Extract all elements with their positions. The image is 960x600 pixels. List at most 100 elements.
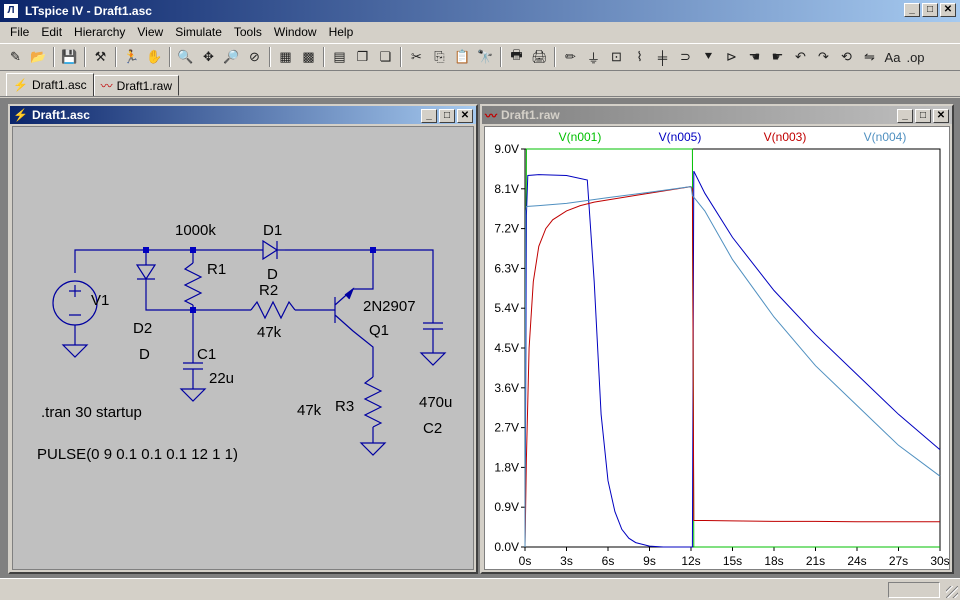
schematic-canvas[interactable]: 1000k R1 D1 D R2 47k V1 D2 D C1 22u 2N29… <box>12 126 474 570</box>
undo-icon[interactable]: ↶ <box>789 46 812 68</box>
component-icon[interactable]: ⊳ <box>720 46 743 68</box>
zoom-fit-icon[interactable]: ⊘ <box>243 46 266 68</box>
ground-symbol <box>419 352 447 366</box>
minimize-button[interactable]: _ <box>897 109 913 123</box>
label-r2-value: 47k <box>257 324 282 341</box>
resize-grip[interactable] <box>946 586 958 598</box>
minimize-button[interactable]: _ <box>421 109 437 123</box>
schematic-window[interactable]: ⚡ Draft1.asc _ □ ✕ 1000k R1 D1 D R2 47k … <box>8 104 478 574</box>
label-r3-value: 47k <box>297 402 322 419</box>
tab-draft1-raw[interactable]: 〰 Draft1.raw <box>93 75 180 96</box>
menu-window[interactable]: Window <box>268 25 323 39</box>
junction-dot <box>143 247 149 253</box>
y-tick-label: 0.0V <box>494 540 519 554</box>
resistor-r1 <box>183 262 203 306</box>
rotate-icon[interactable]: ⟲ <box>835 46 858 68</box>
junction-dot <box>190 247 196 253</box>
copy-icon[interactable]: ⎘ <box>428 46 451 68</box>
menu-hierarchy[interactable]: Hierarchy <box>68 25 131 39</box>
close-button[interactable]: ✕ <box>933 109 949 123</box>
maximize-button[interactable]: □ <box>915 109 931 123</box>
tile-horizontal-icon[interactable]: ▤ <box>328 46 351 68</box>
ground-symbol <box>179 388 207 402</box>
menu-simulate[interactable]: Simulate <box>169 25 228 39</box>
waveform-window-buttons: _ □ ✕ <box>897 109 949 123</box>
maximize-button[interactable]: □ <box>922 3 938 17</box>
redo-icon[interactable]: ↷ <box>812 46 835 68</box>
control-panel-icon[interactable]: ⚒ <box>89 46 112 68</box>
open-icon[interactable]: 📂 <box>27 46 50 68</box>
capacitor-c1 <box>183 362 203 370</box>
resistor-r3 <box>363 376 383 428</box>
autorange-icon[interactable]: ▦ <box>274 46 297 68</box>
pan-icon[interactable]: ✥ <box>197 46 220 68</box>
label-r2-name: R2 <box>259 282 278 299</box>
find-icon[interactable]: 🔭 <box>474 46 497 68</box>
paste-icon[interactable]: 📋 <box>451 46 474 68</box>
grid-icon[interactable]: ▩ <box>297 46 320 68</box>
label-d1-model: D <box>267 266 278 283</box>
y-tick-label: 7.2V <box>494 222 519 236</box>
menu-view[interactable]: View <box>131 25 169 39</box>
schematic-window-title-bar[interactable]: ⚡ Draft1.asc <box>10 106 476 124</box>
diode-icon[interactable]: ⯆ <box>697 46 720 68</box>
label-q1-model: 2N2907 <box>363 298 416 315</box>
series-line <box>524 186 940 548</box>
label-r1-value: 1000k <box>175 222 216 239</box>
close-button[interactable]: ✕ <box>457 109 473 123</box>
menu-tools[interactable]: Tools <box>228 25 268 39</box>
menu-edit[interactable]: Edit <box>35 25 68 39</box>
menu-bar: File Edit Hierarchy View Simulate Tools … <box>0 22 960 42</box>
ground-icon[interactable]: ⏚ <box>582 46 605 68</box>
menu-help[interactable]: Help <box>323 25 360 39</box>
y-tick-label: 6.3V <box>494 261 519 275</box>
toolbar-separator <box>397 46 405 68</box>
maximize-button[interactable]: □ <box>439 109 455 123</box>
label-d1-name: D1 <box>263 222 282 239</box>
y-tick-label: 0.9V <box>494 500 519 514</box>
zoom-in-icon[interactable]: 🔍 <box>174 46 197 68</box>
waveform-window-title-bar[interactable]: 〰 Draft1.raw <box>482 106 952 124</box>
run-icon[interactable]: 🏃 <box>120 46 143 68</box>
y-tick-label: 4.5V <box>494 341 519 355</box>
legend-entry: V(n005) <box>659 130 702 144</box>
status-panel <box>888 582 940 598</box>
label-net-icon[interactable]: ⊡ <box>605 46 628 68</box>
document-tab-strip: ⚡ Draft1.asc 〰 Draft1.raw <box>0 73 960 97</box>
tab-draft1-asc[interactable]: ⚡ Draft1.asc <box>6 73 94 96</box>
inductor-icon[interactable]: ⊃ <box>674 46 697 68</box>
minimize-button[interactable]: _ <box>904 3 920 17</box>
junction-dot <box>370 247 376 253</box>
label-v1-name: V1 <box>91 292 109 309</box>
plot-frame <box>524 148 941 548</box>
resistor-icon[interactable]: ⌇ <box>628 46 651 68</box>
toolbar-separator <box>166 46 174 68</box>
mirror-icon[interactable]: ⇋ <box>858 46 881 68</box>
text-icon[interactable]: Aa <box>881 46 904 68</box>
y-tick-label: 2.7V <box>494 421 519 435</box>
print-setup-icon[interactable]: 🖶 <box>505 46 528 68</box>
legend-entry: V(n004) <box>864 130 907 144</box>
menu-file[interactable]: File <box>4 25 35 39</box>
x-tick-label: 27s <box>889 554 908 568</box>
capacitor-icon[interactable]: ╪ <box>651 46 674 68</box>
close-button[interactable]: ✕ <box>940 3 956 17</box>
cut-icon[interactable]: ✂ <box>405 46 428 68</box>
print-icon[interactable]: 🖨 <box>528 46 551 68</box>
y-tick-label: 8.1V <box>494 182 519 196</box>
waveform-window-icon: 〰 <box>485 108 498 123</box>
cascade-icon[interactable]: ❐ <box>351 46 374 68</box>
move-icon[interactable]: ☚ <box>743 46 766 68</box>
new-schematic-icon[interactable]: ✎ <box>4 46 27 68</box>
halt-icon[interactable]: ✋ <box>143 46 166 68</box>
waveform-window[interactable]: 〰 Draft1.raw _ □ ✕ 0.0V 0.9V 1.8V 2.7V 3.6V 4… <box>480 104 954 574</box>
spice-directive-icon[interactable]: .op <box>904 46 927 68</box>
schematic-window-icon: ⚡ <box>13 108 28 122</box>
app-title-bar[interactable]: Л LTspice IV - Draft1.asc _ □ ✕ <box>0 0 960 22</box>
waveform-canvas[interactable]: 0.0V 0.9V 1.8V 2.7V 3.6V 4.5V 5.4V 6.3V 7.2V 8.1V… <box>484 126 950 570</box>
drag-icon[interactable]: ☛ <box>766 46 789 68</box>
save-icon[interactable]: 💾 <box>58 46 81 68</box>
wire-icon[interactable]: ✏ <box>559 46 582 68</box>
tile-vertical-icon[interactable]: ❏ <box>374 46 397 68</box>
zoom-out-icon[interactable]: 🔎 <box>220 46 243 68</box>
